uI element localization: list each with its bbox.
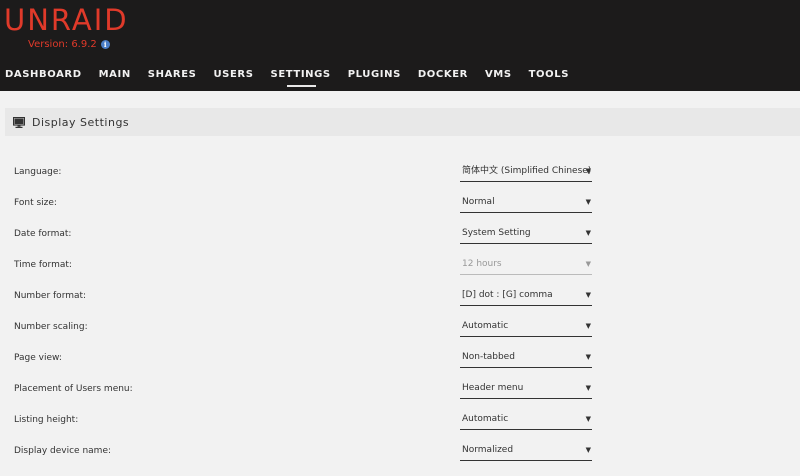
chevron-down-icon: ▼ xyxy=(585,229,591,237)
panel-title: Display Settings xyxy=(32,115,130,129)
monitor-icon xyxy=(13,116,25,128)
setting-label-page-view: Page view: xyxy=(14,353,62,363)
chevron-down-icon: ▼ xyxy=(585,260,591,268)
nav-item-users[interactable]: USERS xyxy=(213,69,253,85)
setting-row-page-view: Page view: Non-tabbed ▼ xyxy=(0,352,800,383)
setting-label-font-size: Font size: xyxy=(14,198,57,208)
nav-item-main[interactable]: MAIN xyxy=(99,69,131,85)
setting-row-display-device-name: Display device name: Normalized ▼ xyxy=(0,445,800,476)
select-language[interactable]: 简体中文 (Simplified Chinese) ▼ xyxy=(460,164,592,182)
setting-label-number-scaling: Number scaling: xyxy=(14,322,88,332)
version-text: Version: 6.9.2 xyxy=(28,39,97,50)
select-value-date-format: System Setting xyxy=(462,228,531,238)
nav-item-settings[interactable]: SETTINGS xyxy=(271,69,331,87)
panel-title-bar: Display Settings xyxy=(5,108,800,136)
select-display-device-name[interactable]: Normalized ▼ xyxy=(460,443,592,461)
setting-row-font-size: Font size: Normal ▼ xyxy=(0,197,800,228)
select-value-language: 简体中文 (Simplified Chinese) xyxy=(462,166,592,176)
select-value-number-scaling: Automatic xyxy=(462,321,509,331)
setting-row-time-format: Time format: 12 hours ▼ xyxy=(0,259,800,290)
chevron-down-icon: ▼ xyxy=(585,415,591,423)
setting-label-number-format: Number format: xyxy=(14,291,87,301)
setting-label-placement-of-users-menu: Placement of Users menu: xyxy=(14,384,133,394)
setting-row-number-scaling: Number scaling: Automatic ▼ xyxy=(0,321,800,352)
select-value-display-device-name: Normalized xyxy=(462,445,514,455)
select-value-time-format: 12 hours xyxy=(462,259,502,269)
setting-row-language: Language: 简体中文 (Simplified Chinese) ▼ xyxy=(0,166,800,197)
chevron-down-icon: ▼ xyxy=(585,446,591,454)
chevron-down-icon: ▼ xyxy=(585,322,591,330)
select-value-placement-of-users-menu: Header menu xyxy=(462,383,524,393)
select-page-view[interactable]: Non-tabbed ▼ xyxy=(460,350,592,368)
setting-row-number-format: Number format: [D] dot : [G] comma ▼ xyxy=(0,290,800,321)
select-value-font-size: Normal xyxy=(462,197,495,207)
chevron-down-icon: ▼ xyxy=(585,384,591,392)
setting-row-placement-of-users-menu: Placement of Users menu: Header menu ▼ xyxy=(0,383,800,414)
select-time-format: 12 hours ▼ xyxy=(460,257,592,275)
nav-item-vms[interactable]: VMS xyxy=(485,69,512,85)
setting-label-display-device-name: Display device name: xyxy=(14,446,112,456)
select-number-format[interactable]: [D] dot : [G] comma ▼ xyxy=(460,288,592,306)
nav-item-tools[interactable]: TOOLS xyxy=(529,69,569,85)
select-font-size[interactable]: Normal ▼ xyxy=(460,195,592,213)
nav-item-plugins[interactable]: PLUGINS xyxy=(348,69,401,85)
setting-row-listing-height: Listing height: Automatic ▼ xyxy=(0,414,800,445)
select-value-page-view: Non-tabbed xyxy=(462,352,515,362)
chevron-down-icon: ▼ xyxy=(585,167,591,175)
header-bar: UNRAID Version: 6.9.2 i DASHBOARD MAIN SHA… xyxy=(0,0,800,91)
select-number-scaling[interactable]: Automatic ▼ xyxy=(460,319,592,337)
setting-row-date-format: Date format: System Setting ▼ xyxy=(0,228,800,259)
select-value-number-format: [D] dot : [G] comma xyxy=(462,290,553,300)
setting-label-date-format: Date format: xyxy=(14,229,72,239)
setting-label-time-format: Time format: xyxy=(14,260,72,270)
setting-label-language: Language: xyxy=(14,167,62,177)
select-date-format[interactable]: System Setting ▼ xyxy=(460,226,592,244)
chevron-down-icon: ▼ xyxy=(585,198,591,206)
chevron-down-icon: ▼ xyxy=(585,353,591,361)
nav-item-dashboard[interactable]: DASHBOARD xyxy=(5,69,82,85)
unraid-logo[interactable]: UNRAID xyxy=(4,3,129,37)
nav-item-shares[interactable]: SHARES xyxy=(148,69,197,85)
select-placement-of-users-menu[interactable]: Header menu ▼ xyxy=(460,381,592,399)
nav-item-docker[interactable]: DOCKER xyxy=(418,69,468,85)
setting-label-listing-height: Listing height: xyxy=(14,415,79,425)
chevron-down-icon: ▼ xyxy=(585,291,591,299)
version-label: Version: 6.9.2 i xyxy=(28,39,110,50)
select-listing-height[interactable]: Automatic ▼ xyxy=(460,412,592,430)
info-icon[interactable]: i xyxy=(100,40,110,49)
main-nav: DASHBOARD MAIN SHARES USERS SETTINGS PLUGINS D… xyxy=(5,69,586,87)
select-value-listing-height: Automatic xyxy=(462,414,509,424)
